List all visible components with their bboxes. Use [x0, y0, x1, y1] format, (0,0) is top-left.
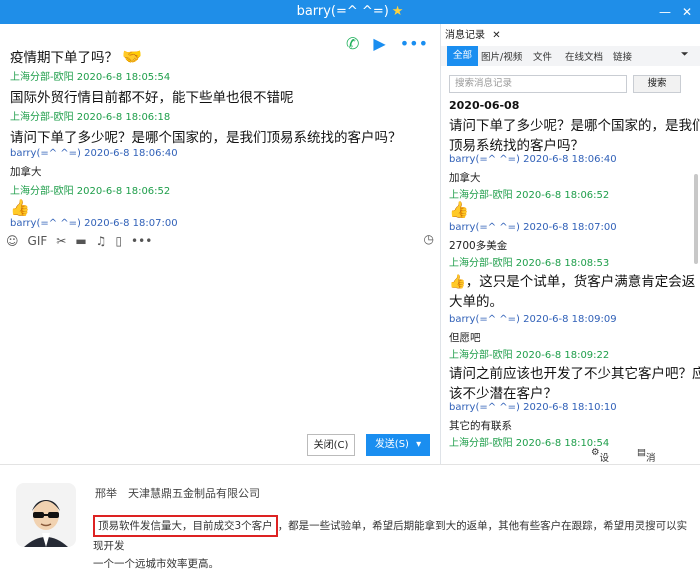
folder-icon[interactable]: ▬	[75, 234, 86, 248]
close-tab-icon[interactable]: ✕	[492, 30, 500, 41]
history-filter-tab[interactable]: 在线文档	[565, 49, 603, 63]
message-sender: 上海分部-欧阳 2020-6-8 18:05:54	[10, 72, 171, 83]
message-text: 加拿大	[10, 164, 42, 179]
history-sender: 上海分部-欧阳 2020-6-8 18:06:52	[449, 190, 610, 201]
testimonial-card: 邢举 天津慧鼎五金制品有限公司 顶易软件发信量大，目前成交3个客户 ，都是一些试验…	[0, 464, 700, 569]
history-search-input[interactable]: 搜索消息记录	[449, 75, 627, 93]
more-tools-icon[interactable]: •••	[131, 234, 152, 248]
send-button[interactable]: 发送(S) ▾	[366, 434, 430, 456]
message-text: 疫情期下单了吗？ 🤝	[10, 46, 142, 66]
testimonial-rest-2: 一个一个远城市效率更高。	[93, 558, 219, 569]
avatar	[16, 483, 76, 547]
history-filter-tabs: 全部 图片/视频 文件 在线文档 链接 ⏷	[441, 46, 700, 66]
history-scrollbar[interactable]	[694, 174, 698, 264]
gif-icon[interactable]: GIF	[28, 234, 48, 248]
send-label: 发送(S)	[374, 439, 409, 450]
message-sender: barry(=^ ^=) 2020-6-8 18:06:40	[10, 148, 178, 159]
music-icon[interactable]: ♫	[96, 234, 107, 248]
history-text: 加拿大	[449, 172, 481, 184]
minimize-icon[interactable]: —	[658, 0, 672, 24]
history-filter-tab[interactable]: 链接	[613, 49, 632, 63]
message-sender: barry(=^ ^=) 2020-6-8 18:07:00	[10, 218, 178, 229]
author-name: 邢举	[95, 487, 117, 500]
testimonial-text: 顶易软件发信量大，目前成交3个客户 ，都是一些试验单，希望后期能拿到大的返单，其他…	[93, 515, 693, 569]
filter-icon[interactable]: ⏷	[681, 49, 689, 60]
close-window-icon[interactable]: ✕	[680, 0, 694, 24]
window-title: barry(=^ ^=)	[296, 4, 389, 19]
history-search-button[interactable]: 搜索	[633, 75, 681, 93]
message-text: 请问下单了多少呢？是哪个国家的，是我们顶易系统找的客户吗？	[10, 126, 402, 146]
chat-toolbar: ✆ ▶ •••	[346, 34, 428, 53]
message-sender: 上海分部-欧阳 2020-6-8 18:06:18	[10, 112, 171, 123]
history-text: 请问之前应该也开发了不少其它客户吧？应	[449, 366, 700, 382]
title-bar: barry(=^ ^=) ★ — ✕	[0, 0, 700, 24]
device-icon[interactable]: ▯	[115, 234, 122, 248]
message-text: 国际外贸行情目前都不好，能下些单也很不错呢	[10, 86, 294, 106]
video-call-icon[interactable]: ▶	[373, 34, 385, 53]
close-button[interactable]: 关闭(C)	[307, 434, 355, 456]
star-icon[interactable]: ★	[392, 4, 404, 19]
input-toolbar: ☺ GIF ✂ ▬ ♫ ▯ ••• ◷	[6, 231, 436, 251]
window-controls: — ✕	[658, 0, 694, 24]
emoji-icon[interactable]: ☺	[6, 234, 19, 248]
history-sender: barry(=^ ^=) 2020-6-8 18:07:00	[449, 222, 617, 233]
settings-button[interactable]: ⚙ 设置	[591, 447, 609, 478]
more-icon[interactable]: •••	[400, 34, 428, 53]
history-sender: barry(=^ ^=) 2020-6-8 18:06:40	[449, 154, 617, 165]
message-sender: 上海分部-欧阳 2020-6-8 18:06:52	[10, 186, 171, 197]
handshake-icon: 🤝	[122, 47, 142, 66]
app-root: barry(=^ ^=) ★ — ✕ ✆ ▶ ••• 疫情期下单了吗？ 🤝 上海分部-…	[0, 0, 700, 569]
message-body: 疫情期下单了吗？	[10, 50, 118, 66]
history-text: 大单的。	[449, 294, 503, 310]
history-text: 顶易系统找的客户吗？	[449, 138, 584, 154]
history-text: 2700多美金	[449, 240, 508, 252]
message-body: 国际外贸行情目前都不好，能下些单也很不错呢	[10, 90, 294, 106]
history-sender: barry(=^ ^=) 2020-6-8 18:10:10	[449, 402, 617, 413]
history-filter-tab[interactable]: 文件	[533, 49, 552, 63]
history-filter-tab[interactable]: 图片/视频	[481, 49, 522, 63]
thumbs-up-icon: 👍	[449, 200, 469, 219]
message-manage-button[interactable]: ▤ 消息管理	[637, 447, 656, 506]
history-tab-label: 消息记录	[445, 30, 485, 41]
voice-call-icon[interactable]: ✆	[346, 34, 359, 53]
message-body: 加拿大	[10, 166, 42, 178]
history-tab[interactable]: 消息记录 ✕	[445, 26, 501, 41]
thumbs-up-icon: 👍	[10, 198, 30, 217]
history-sender: 上海分部-欧阳 2020-6-8 18:08:53	[449, 258, 610, 269]
history-text: 但愿吧	[449, 332, 481, 344]
history-text: 该不少潜在客户？	[449, 386, 557, 402]
send-options-icon[interactable]: ▾	[416, 439, 421, 450]
history-sender: 上海分部-欧阳 2020-6-8 18:09:22	[449, 350, 610, 361]
chat-panel: ✆ ▶ ••• 疫情期下单了吗？ 🤝 上海分部-欧阳 2020-6-8 18:05:…	[0, 24, 440, 464]
history-date: 2020-06-08	[449, 99, 520, 112]
company-name: 天津慧鼎五金制品有限公司	[128, 487, 260, 500]
history-text: 其它的有联系	[449, 420, 512, 432]
history-sender: barry(=^ ^=) 2020-6-8 18:09:09	[449, 314, 617, 325]
history-footer: ⚙ 设置 ▤ 消息管理	[441, 444, 700, 506]
history-panel: 消息记录 ✕ 全部 图片/视频 文件 在线文档 链接 ⏷ 搜索消息记录 搜索 2020-0…	[440, 24, 700, 506]
scissors-icon[interactable]: ✂	[56, 234, 66, 248]
history-filter-tab[interactable]: 全部	[447, 46, 479, 66]
message-body: 请问下单了多少呢？是哪个国家的，是我们顶易系统找的客户吗？	[10, 130, 402, 146]
history-text: 请问下单了多少呢？是哪个国家的，是我们	[449, 118, 700, 134]
history-clock-icon[interactable]: ◷	[424, 232, 434, 246]
history-text: 👍，这只是个试单，货客户满意肯定会返	[449, 274, 696, 290]
highlighted-phrase: 顶易软件发信量大，目前成交3个客户	[93, 515, 278, 537]
